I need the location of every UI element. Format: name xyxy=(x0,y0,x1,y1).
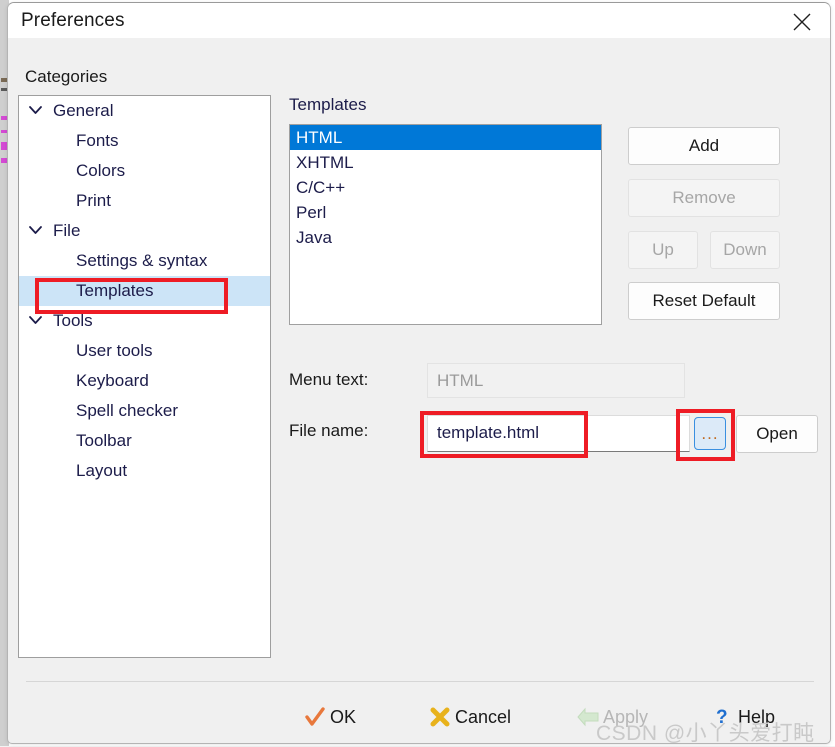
list-item[interactable]: HTML xyxy=(290,125,601,150)
chevron-down-icon[interactable] xyxy=(29,305,53,335)
file-name-label: File name: xyxy=(289,421,368,441)
tree-item-label: Fonts xyxy=(76,131,119,150)
menu-text-input: HTML xyxy=(427,363,685,398)
templates-list[interactable]: HTMLXHTMLC/C++PerlJava xyxy=(289,124,602,325)
ok-button-label: OK xyxy=(330,707,356,728)
svg-text:?: ? xyxy=(716,707,728,728)
tree-item-settings-syntax[interactable]: Settings & syntax xyxy=(19,246,270,276)
tree-item-colors[interactable]: Colors xyxy=(19,156,270,186)
window-title: Preferences xyxy=(21,10,125,32)
tree-item-label: Spell checker xyxy=(76,401,178,420)
tree-item-label: Settings & syntax xyxy=(76,251,207,270)
title-bar: Preferences xyxy=(8,3,830,38)
tree-item-keyboard[interactable]: Keyboard xyxy=(19,366,270,396)
reset-default-button[interactable]: Reset Default xyxy=(628,282,780,320)
chevron-down-icon[interactable] xyxy=(29,215,53,245)
tree-item-layout[interactable]: Layout xyxy=(19,456,270,486)
tree-item-label: Toolbar xyxy=(76,431,132,450)
list-item[interactable]: XHTML xyxy=(290,150,601,175)
list-item[interactable]: C/C++ xyxy=(290,175,601,200)
question-icon: ? xyxy=(708,706,738,728)
menu-text-label: Menu text: xyxy=(289,370,368,390)
cancel-button[interactable]: Cancel xyxy=(425,700,511,734)
tree-item-label: Print xyxy=(76,191,111,210)
tree-item-label: Colors xyxy=(76,161,125,180)
tree-item-fonts[interactable]: Fonts xyxy=(19,126,270,156)
tree-item-spell-checker[interactable]: Spell checker xyxy=(19,396,270,426)
list-item[interactable]: Java xyxy=(290,225,601,250)
help-button-label: Help xyxy=(738,707,775,728)
tree-item-label: Tools xyxy=(53,311,93,330)
cross-icon xyxy=(425,706,455,728)
tree-item-label: User tools xyxy=(76,341,153,360)
list-item[interactable]: Perl xyxy=(290,200,601,225)
footer-separator xyxy=(26,681,814,682)
tree-item-toolbar[interactable]: Toolbar xyxy=(19,426,270,456)
tree-item-user-tools[interactable]: User tools xyxy=(19,336,270,366)
remove-button[interactable]: Remove xyxy=(628,179,780,217)
tree-item-label: Layout xyxy=(76,461,127,480)
move-up-button[interactable]: Up xyxy=(628,231,698,269)
close-icon[interactable] xyxy=(782,5,822,37)
preferences-dialog: Preferences Categories General Fonts Color… xyxy=(7,2,831,744)
check-icon xyxy=(300,706,330,728)
tree-item-templates[interactable]: Templates xyxy=(19,276,270,306)
apply-button-label: Apply xyxy=(603,707,648,728)
tree-item-label: Keyboard xyxy=(76,371,149,390)
categories-tree[interactable]: General Fonts Colors Print File Settings & sy… xyxy=(18,95,271,658)
tree-item-tools[interactable]: Tools xyxy=(19,306,270,336)
tree-item-print[interactable]: Print xyxy=(19,186,270,216)
apply-button[interactable]: Apply xyxy=(573,700,648,734)
tree-item-label: General xyxy=(53,101,113,120)
tree-item-label: File xyxy=(53,221,80,240)
open-button[interactable]: Open xyxy=(736,415,818,453)
tree-item-label: Templates xyxy=(76,281,153,300)
chevron-down-icon[interactable] xyxy=(29,95,53,125)
browse-button[interactable]: ... xyxy=(694,417,726,450)
file-name-input[interactable]: template.html xyxy=(427,415,690,452)
left-arrow-icon xyxy=(573,707,603,727)
move-down-button[interactable]: Down xyxy=(710,231,780,269)
add-button[interactable]: Add xyxy=(628,127,780,165)
help-button[interactable]: ? Help xyxy=(708,700,775,734)
tree-item-general[interactable]: General xyxy=(19,96,270,126)
templates-label: Templates xyxy=(289,95,366,115)
categories-label: Categories xyxy=(25,67,107,87)
cancel-button-label: Cancel xyxy=(455,707,511,728)
tree-item-file[interactable]: File xyxy=(19,216,270,246)
ok-button[interactable]: OK xyxy=(300,700,356,734)
